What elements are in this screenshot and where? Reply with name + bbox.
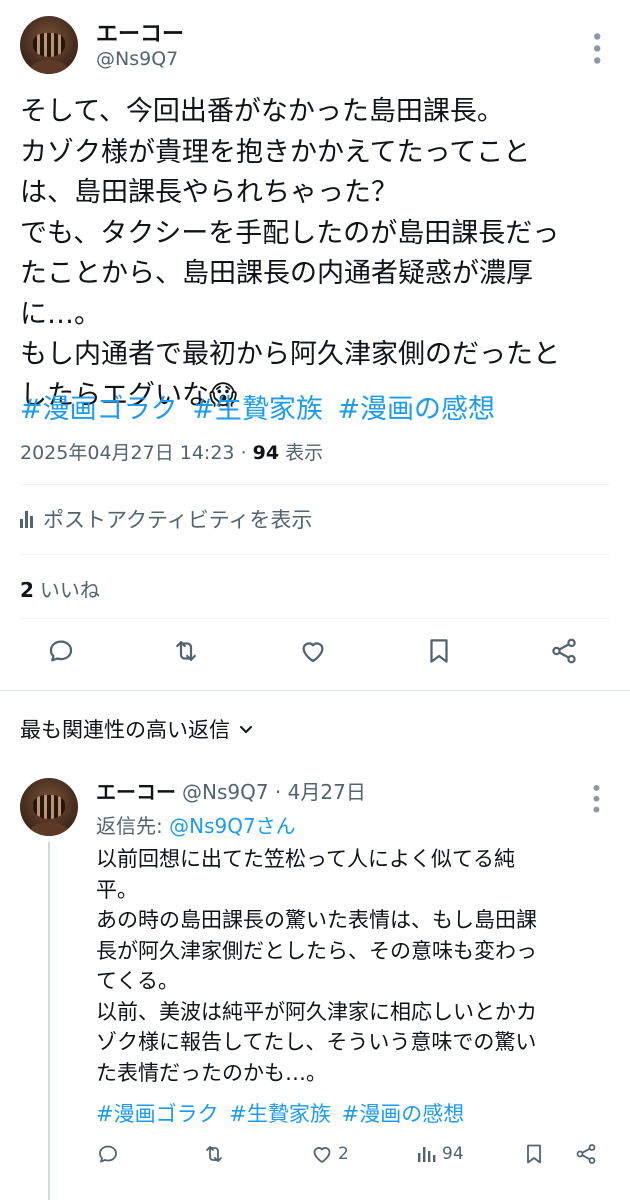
post-text-line: でも、タクシーを手配したのが島田課長だっ bbox=[20, 217, 560, 249]
post-activity-label: ポストアクティビティを表示 bbox=[43, 508, 313, 532]
divider bbox=[0, 690, 630, 691]
post-text-line: は、島田課長やられちゃった？ bbox=[20, 177, 398, 208]
reply-reply-button[interactable] bbox=[96, 1142, 120, 1166]
divider bbox=[20, 484, 610, 485]
reply-views-button[interactable]: 94 bbox=[414, 1142, 464, 1166]
reply-button[interactable] bbox=[46, 636, 80, 672]
reply-sort-label: 最も関連性の高い返信 bbox=[20, 718, 230, 742]
reply-text-line: 以前回想に出てた笠松って人によく似てる純 bbox=[96, 847, 515, 871]
analytics-icon bbox=[418, 1147, 436, 1162]
handle[interactable]: @Ns9Q7 bbox=[96, 48, 178, 70]
share-button[interactable] bbox=[549, 636, 583, 672]
reply-sort-dropdown[interactable]: 最も関連性の高い返信 bbox=[20, 714, 254, 744]
share-icon bbox=[576, 1144, 596, 1164]
reply-text-line: た表情だったのかも…。 bbox=[96, 1060, 327, 1085]
hashtag-link[interactable]: #漫画ゴラク bbox=[20, 394, 178, 425]
likes-summary[interactable]: 2 いいね bbox=[20, 574, 100, 603]
views-count: 94 bbox=[252, 442, 280, 464]
reply-text-line: ゾク様に報告してたし、そういう意味での驚い bbox=[96, 1030, 537, 1054]
views-label: 表示 bbox=[285, 442, 324, 464]
chevron-down-icon bbox=[240, 726, 252, 733]
analytics-icon bbox=[20, 510, 33, 528]
bookmark-button[interactable] bbox=[424, 636, 458, 672]
reply-hashtags: #漫画ゴラク #生贄家族 #漫画の感想 bbox=[96, 1098, 468, 1128]
more-icon[interactable]: ••• bbox=[583, 30, 608, 66]
reply-text-line: あの時の島田課長の驚いた表情は、もし島田課 bbox=[96, 908, 537, 932]
repost-button[interactable] bbox=[171, 636, 205, 672]
reply-display-name[interactable]: エーコー bbox=[96, 780, 176, 804]
divider bbox=[20, 554, 610, 555]
meta-separator: · bbox=[240, 442, 247, 464]
reply-avatar[interactable] bbox=[20, 778, 78, 836]
heart-icon bbox=[313, 1147, 331, 1163]
reply-to-mention[interactable]: @Ns9Q7さん bbox=[169, 814, 296, 838]
bookmark-icon bbox=[430, 639, 448, 663]
post-actions bbox=[0, 636, 630, 676]
post-hashtags: #漫画ゴラク #生贄家族 #漫画の感想 bbox=[20, 390, 610, 430]
reply-meta[interactable]: @Ns9Q7 · 4月27日 bbox=[182, 780, 366, 804]
reply-text-line: てくる。 bbox=[96, 969, 179, 993]
reply-to-prefix: 返信先: bbox=[96, 814, 170, 838]
reply-repost-button[interactable] bbox=[202, 1142, 226, 1166]
reply-text: 以前回想に出てた笠松って人によく似てる純 平。 あの時の島田課長の驚いた表情は、… bbox=[96, 844, 616, 1088]
post-text-line: そして、今回出番がなかった島田課長。 bbox=[20, 96, 504, 127]
hashtag-link[interactable]: #漫画の感想 bbox=[342, 1102, 465, 1126]
post-timestamp[interactable]: 2025年04月27日 14:23 bbox=[20, 442, 235, 464]
reply-bookmark-button[interactable] bbox=[522, 1142, 546, 1166]
post-meta: 2025年04月27日 14:23 · 94 表示 bbox=[20, 438, 323, 465]
reply-like-button[interactable]: 2 bbox=[310, 1142, 349, 1166]
reply-header: エーコー @Ns9Q7 · 4月27日 bbox=[96, 776, 366, 805]
likes-count: 2 bbox=[20, 578, 34, 602]
share-icon bbox=[552, 638, 576, 664]
avatar[interactable] bbox=[20, 16, 78, 74]
reply-text-line: 長が阿久津家側だとしたら、その意味も変わっ bbox=[96, 938, 537, 963]
reply-icon bbox=[49, 640, 73, 662]
reply-like-count: 2 bbox=[338, 1144, 349, 1164]
divider bbox=[20, 618, 610, 619]
bookmark-icon bbox=[527, 1144, 541, 1164]
hashtag-link[interactable]: #漫画の感想 bbox=[337, 394, 495, 425]
repost-icon bbox=[206, 1146, 222, 1162]
more-icon[interactable]: ••• bbox=[584, 782, 608, 814]
post-text: そして、今回出番がなかった島田課長。 カゾク様が貴理を抱きかかえてたってこと は… bbox=[20, 92, 610, 416]
reply-share-button[interactable] bbox=[574, 1142, 598, 1166]
reply-icon bbox=[99, 1145, 117, 1163]
repost-icon bbox=[176, 641, 196, 661]
heart-icon bbox=[302, 642, 324, 663]
reply-text-line: 平。 bbox=[96, 877, 138, 902]
reply-text-line: 以前、美波は純平が阿久津家に相応しいとかカ bbox=[96, 999, 537, 1024]
hashtag-link[interactable]: #生贄家族 bbox=[192, 394, 323, 425]
display-name[interactable]: エーコー bbox=[96, 16, 184, 48]
post-activity-link[interactable]: ポストアクティビティを表示 bbox=[20, 504, 312, 534]
post-text-line: カゾク様が貴理を抱きかかえてたってこと bbox=[20, 136, 531, 168]
reply-views-count: 94 bbox=[442, 1144, 464, 1164]
like-button[interactable] bbox=[298, 636, 332, 672]
reply-actions: 2 94 bbox=[0, 1142, 630, 1172]
post-text-line: もし内通者で最初から阿久津家側のだったと bbox=[20, 339, 560, 370]
post-text-line: に…。 bbox=[20, 298, 101, 330]
hashtag-link[interactable]: #漫画ゴラク bbox=[96, 1102, 219, 1126]
post-text-line: たことから、島田課長の内通者疑惑が濃厚 bbox=[20, 258, 533, 289]
hashtag-link[interactable]: #生贄家族 bbox=[229, 1102, 331, 1126]
reply-to: 返信先: @Ns9Q7さん bbox=[96, 810, 296, 839]
likes-label: いいね bbox=[39, 578, 100, 602]
